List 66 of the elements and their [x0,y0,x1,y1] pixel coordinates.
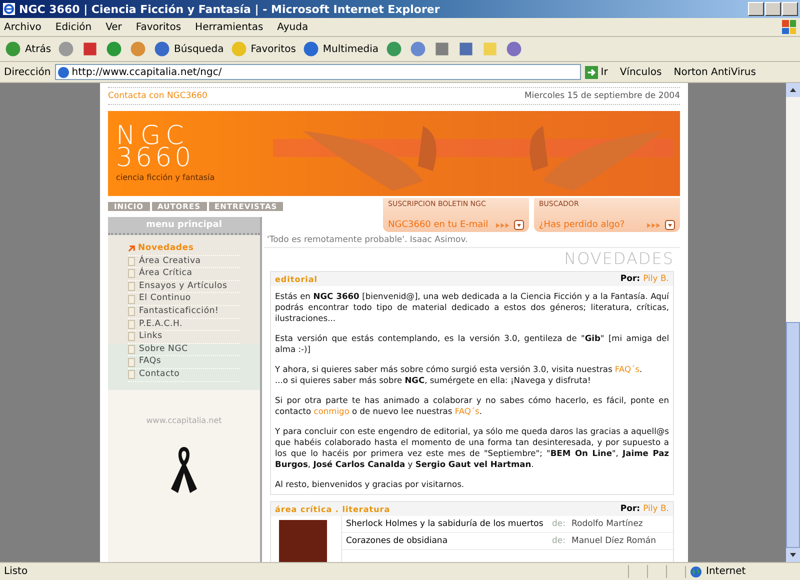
menu-item[interactable]: Favoritos [136,22,182,32]
sidebar-item[interactable]: El Continuo [128,293,240,306]
toolbar-button[interactable]: Favoritos [230,40,296,58]
dropdown-icon[interactable] [514,220,524,230]
byline-label: Por: [620,504,640,514]
minimize-button[interactable] [748,2,764,16]
menu-item[interactable]: Archivo [4,22,42,32]
editorial-paragraph: Esta versión que estás contemplando, es la versión 3.0, gentileza de "Gib" [mi amiga del alma :-)] [275,333,669,355]
arrows-icon [647,222,661,228]
sidebar-item[interactable]: P.E.A.C.H. [128,318,240,332]
arrow-icon [128,245,135,252]
editorial-paragraph: Y ahora, si quieres saber más sobre cómo surgió esta versión 3.0, visita nuestras FAQ´s. [275,364,644,375]
sidebar-item[interactable]: Fantasticaficción! [128,306,240,319]
dropdown-icon[interactable] [665,220,675,230]
byline-label: Por: [620,274,640,284]
links-button[interactable]: Vínculos [620,66,662,78]
editorial-paragraph: Y para concluir con este engendro de editorial, ya sólo me queda daros las gracias a aquell@s que habéis colaborado hasta el momento de una forma tan desinteresada, y por supuesto a los que lo hacéis por primera vez este mes de "Septiembre"; "BEM On Line", Jaime Paz Burgos, José Carlos Canalda y Sergio Gaut vel Hartman. [275,426,669,470]
book-title-link[interactable]: Corazones de obsidiana [346,536,546,546]
book-cover-placeholder [279,520,327,562]
logo-number: 3660 [116,147,196,169]
book-author: Manuel Díez Román [572,536,656,546]
quote-text: 'Todo es remotamente probable'. Isaac Asimov. [264,233,680,248]
toolbar-button[interactable]: Norton AntiVirus [674,66,756,78]
sidebar-item[interactable]: Contacto [128,368,240,382]
sidebar-item[interactable]: Área Creativa [128,256,240,268]
arrows-icon [496,222,510,228]
toolbar-button[interactable]: Multimedia [302,40,379,58]
logo-tagline: ciencia ficción y fantasía [116,173,216,182]
card-title: editorial [275,274,319,284]
windows-logo-icon [782,20,796,34]
editorial-paragraph: Si por otra parte te has animado a colaborar y no sabes cómo hacerlo, es fácil, ponte en contacto conmigo o de nuevo lee nuestras FAQ´s. [275,395,669,417]
sidebar-item[interactable]: Sobre NGC [128,344,240,356]
card-title: área crítica . literatura [275,504,392,514]
window-title: NGC 3660 | Ciencia Ficción y Fantasía | - Microsoft Internet Explorer [19,2,441,16]
address-field[interactable]: http://www.ccapitalia.net/ngc/ [54,64,581,80]
logo-text: NGC [116,125,190,147]
editorial-paragraph: ...o si quieres saber más sobre NGC, sumérgete en ella: ¡Navega y disfruta! [275,375,592,386]
book-title-link[interactable]: Sherlock Holmes y la sabiduría de los muertos [346,519,546,529]
scroll-down-icon[interactable] [789,551,797,559]
author-label: de: [552,519,566,529]
vertical-scrollbar[interactable] [786,83,800,562]
security-zone: Internet [685,566,800,578]
menu-item[interactable]: Ayuda [277,22,308,32]
toolbar-button[interactable]: Búsqueda [153,40,224,58]
editorial-paragraph: Al resto, bienvenidos y gracias por visitarnos. [275,479,466,490]
sidebar-item[interactable]: Ensayos y Artículos [128,280,240,294]
scroll-up-icon[interactable] [789,86,797,94]
menu-item[interactable]: Herramientas [195,22,264,32]
maximize-button[interactable] [765,2,781,16]
ribbon-icon [169,444,199,495]
section-title: NOVEDADES [564,249,674,268]
sidebar-item[interactable]: FAQs [128,356,240,369]
toolbar-button[interactable]: Atrás [4,40,52,58]
sidebar-heading: menu principal [108,217,260,235]
close-button[interactable] [782,2,798,16]
globe-icon [690,566,702,578]
address-label: Dirección [4,66,51,78]
book-author: Rodolfo Martínez [572,519,643,529]
menu-item[interactable]: Ver [106,22,122,32]
browser-icon [2,2,16,16]
status-text: Listo [3,566,29,577]
menu-item[interactable]: Edición [55,22,92,32]
editorial-paragraph: Estás en NGC 3660 [bienvenid@], una web dedicada a la Ciencia Ficción y a la Fantasía. Aquí podrás encontrar todo tipo de material dedicado a estos dos géneros; literatura, críticas, ilustraciones... [275,291,669,324]
author-label: de: [552,536,566,546]
sidebar-item[interactable]: Área Crítica [128,268,240,281]
date-text: Miercoles 15 de septiembre de 2004 [524,91,680,101]
